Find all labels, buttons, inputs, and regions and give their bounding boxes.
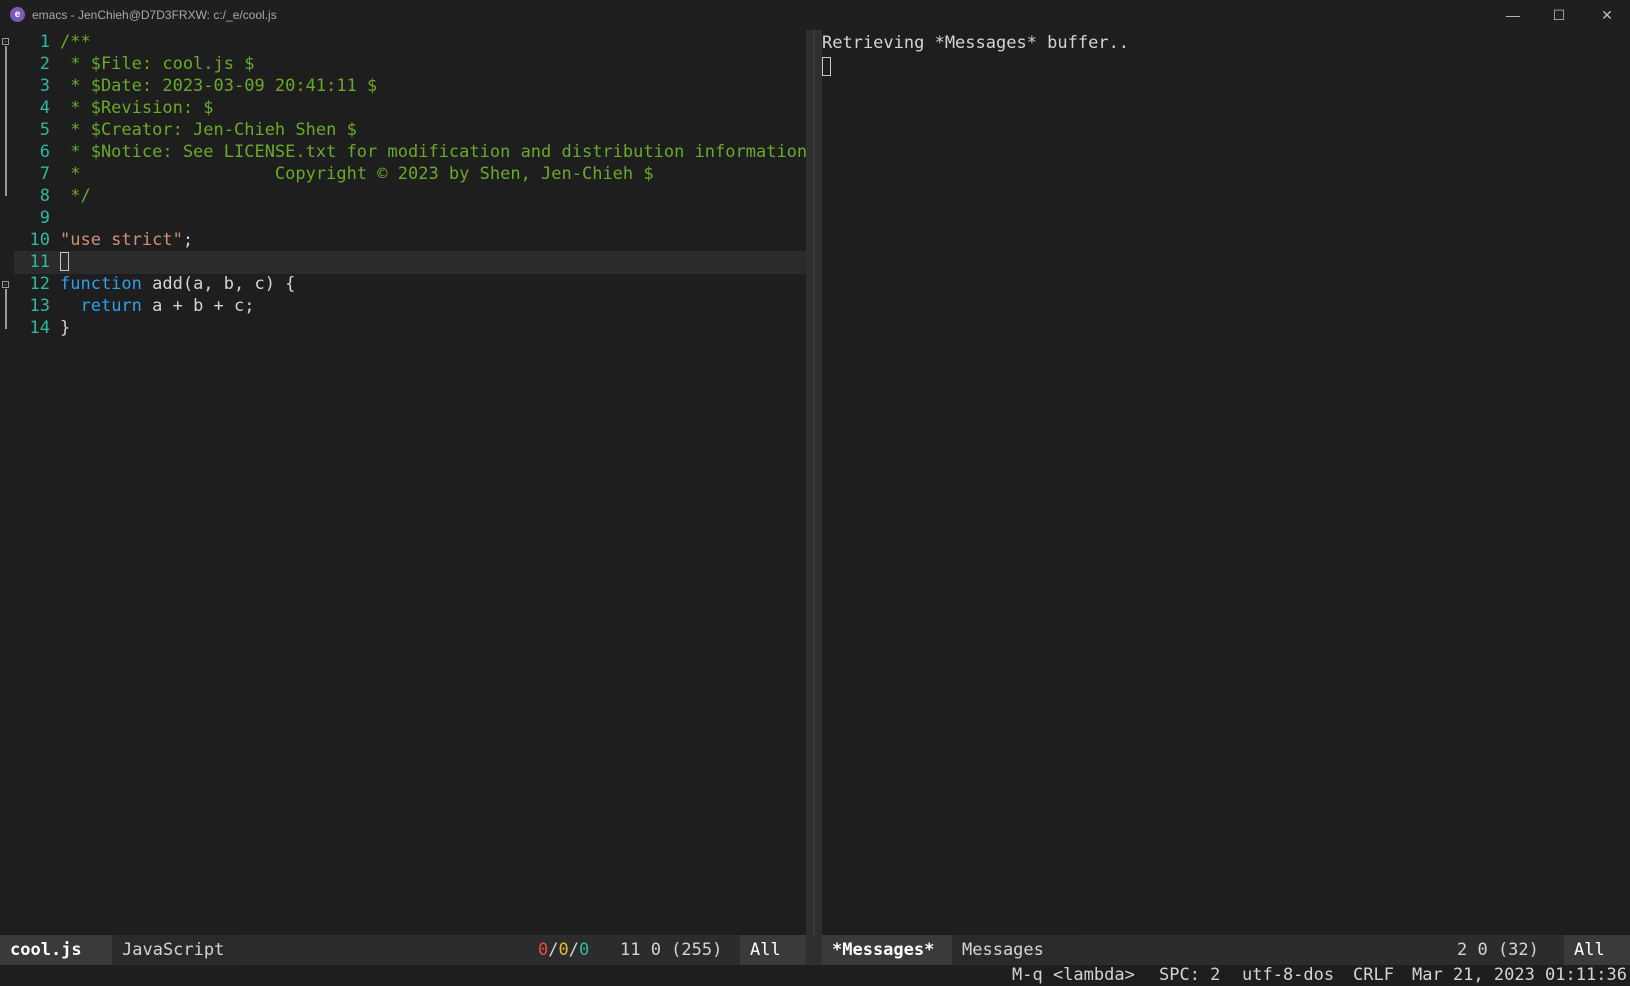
mode-line-left[interactable]: cool.js JavaScript 0/0/0 11 0 (255) All xyxy=(0,935,806,965)
echo-datetime: Mar 21, 2023 01:11:36 xyxy=(1412,965,1627,985)
code-text: * $File: cool.js $ xyxy=(60,53,254,76)
mode-line-right[interactable]: *Messages* Messages 2 0 (32) All xyxy=(822,935,1630,965)
code-token: * Copyright © 2023 by Shen, Jen-Chieh $ xyxy=(60,164,654,184)
line-number: 8 xyxy=(39,186,50,206)
code-text: "use strict"; xyxy=(60,229,193,252)
messages-pane[interactable]: Retrieving *Messages* buffer.. xyxy=(822,30,1630,935)
code-text: return a + b + c; xyxy=(60,295,255,318)
code-text: function add(a, b, c) { xyxy=(60,273,295,296)
emacs-app-icon: e xyxy=(10,7,25,22)
fold-toggle-icon[interactable]: - xyxy=(2,38,9,46)
code-line[interactable]: 9 xyxy=(14,207,806,230)
line-number: 9 xyxy=(39,208,50,228)
modeline-position: 11 0 (255) xyxy=(620,940,723,960)
close-button[interactable]: ✕ xyxy=(1584,0,1630,30)
fold-region-line xyxy=(5,289,7,329)
line-number: 11 xyxy=(29,252,50,272)
code-token: * $Date: 2023-03-09 20:41:11 $ xyxy=(60,76,378,96)
line-number: 13 xyxy=(29,296,50,316)
window-title: emacs - JenChieh@D7D3FRXW: c:/_e/cool.js xyxy=(32,8,277,22)
code-token: * $Revision: $ xyxy=(60,98,214,118)
echo-eol: CRLF xyxy=(1353,965,1394,985)
line-number: 4 xyxy=(39,98,50,118)
echo-area: M-q <lambda> SPC: 2 utf-8-dos CRLF Mar 2… xyxy=(0,965,1630,986)
fringe: - - xyxy=(0,30,14,935)
code-text xyxy=(60,251,69,274)
code-token: "use strict" xyxy=(60,230,183,250)
window-divider-line xyxy=(813,30,815,935)
code-line[interactable]: 4 * $Revision: $ xyxy=(14,97,806,120)
flycheck-info: 0 xyxy=(579,940,590,960)
code-text: * $Revision: $ xyxy=(60,97,214,120)
code-token: a + b + c; xyxy=(141,296,255,316)
line-number: 7 xyxy=(39,164,50,184)
modeline-flycheck-status[interactable]: 0/0/0 xyxy=(538,935,589,965)
code-token: } xyxy=(60,318,71,338)
title-bar: e emacs - JenChieh@D7D3FRXW: c:/_e/cool.… xyxy=(0,0,1630,30)
echo-indent: SPC: 2 xyxy=(1159,965,1221,985)
maximize-button[interactable]: ☐ xyxy=(1536,0,1582,30)
line-number: 6 xyxy=(39,142,50,162)
code-text: * $Notice: See LICENSE.txt for modificat… xyxy=(60,141,806,164)
code-token: add(a, b, c) { xyxy=(141,274,296,294)
code-line[interactable]: 13 return a + b + c; xyxy=(14,295,806,318)
line-number: 1 xyxy=(39,32,50,52)
code-line[interactable]: 14} xyxy=(14,317,806,340)
code-line[interactable]: 6 * $Notice: See LICENSE.txt for modific… xyxy=(14,141,806,164)
code-line[interactable]: 3 * $Date: 2023-03-09 20:41:11 $ xyxy=(14,75,806,98)
flycheck-separator: / xyxy=(568,940,579,960)
echo-encoding: utf-8-dos xyxy=(1242,965,1335,985)
code-token: * $Notice: See LICENSE.txt for modificat… xyxy=(60,142,806,162)
text-cursor xyxy=(60,252,69,271)
code-text: /** xyxy=(60,31,91,54)
code-text: */ xyxy=(60,185,91,208)
code-line[interactable]: 11 xyxy=(14,251,806,274)
line-number: 5 xyxy=(39,120,50,140)
echo-keybinding: M-q <lambda> xyxy=(1012,965,1135,985)
line-number: 12 xyxy=(29,274,50,294)
flycheck-warnings: 0 xyxy=(558,940,569,960)
modeline-scroll: All xyxy=(1564,935,1630,965)
code-text: * $Creator: Jen-Chieh Shen $ xyxy=(60,119,357,142)
text-cursor xyxy=(822,57,831,76)
code-line[interactable]: 2 * $File: cool.js $ xyxy=(14,53,806,76)
code-line[interactable]: 1 /** xyxy=(14,31,806,54)
modeline-major-mode[interactable]: JavaScript xyxy=(112,935,240,965)
modeline-scroll: All xyxy=(740,935,806,965)
code-line[interactable]: 7 * Copyright © 2023 by Shen, Jen-Chieh … xyxy=(14,163,806,186)
code-token: * $Creator: Jen-Chieh Shen $ xyxy=(60,120,357,140)
messages-text: Retrieving *Messages* buffer.. xyxy=(822,33,1130,53)
fold-toggle-icon[interactable]: - xyxy=(2,281,9,289)
line-number: 3 xyxy=(39,76,50,96)
flycheck-separator: / xyxy=(548,940,559,960)
code-line[interactable]: 5 * $Creator: Jen-Chieh Shen $ xyxy=(14,119,806,142)
modeline-position: 2 0 (32) xyxy=(1457,940,1539,960)
code-token: return xyxy=(80,296,142,316)
code-token: function xyxy=(60,274,142,294)
fold-region-line xyxy=(5,46,7,196)
modeline-major-mode[interactable]: Messages xyxy=(952,935,1082,965)
code-line[interactable]: 8 */ xyxy=(14,185,806,208)
minimize-button[interactable]: — xyxy=(1490,0,1536,30)
code-token: * $File: cool.js $ xyxy=(60,54,255,74)
code-text: * $Date: 2023-03-09 20:41:11 $ xyxy=(60,75,377,98)
line-number: 10 xyxy=(29,230,50,250)
code-token: ; xyxy=(182,230,194,250)
code-text: * Copyright © 2023 by Shen, Jen-Chieh $ xyxy=(60,163,654,186)
code-token: */ xyxy=(60,186,91,206)
modeline-buffer-name[interactable]: cool.js xyxy=(0,935,112,965)
code-text: } xyxy=(60,317,70,340)
line-number: 14 xyxy=(29,318,50,338)
code-line[interactable]: 10 "use strict"; xyxy=(14,229,806,252)
line-number: 2 xyxy=(39,54,50,74)
modeline-buffer-name[interactable]: *Messages* xyxy=(822,935,952,965)
editor-pane-cool-js[interactable]: - - 1/** 2 * $File: cool.js $3 * $Date: 2… xyxy=(0,30,806,935)
code-line[interactable]: 12 function add(a, b, c) { xyxy=(14,273,806,296)
flycheck-errors: 0 xyxy=(538,940,549,960)
code-token: /** xyxy=(60,32,91,52)
